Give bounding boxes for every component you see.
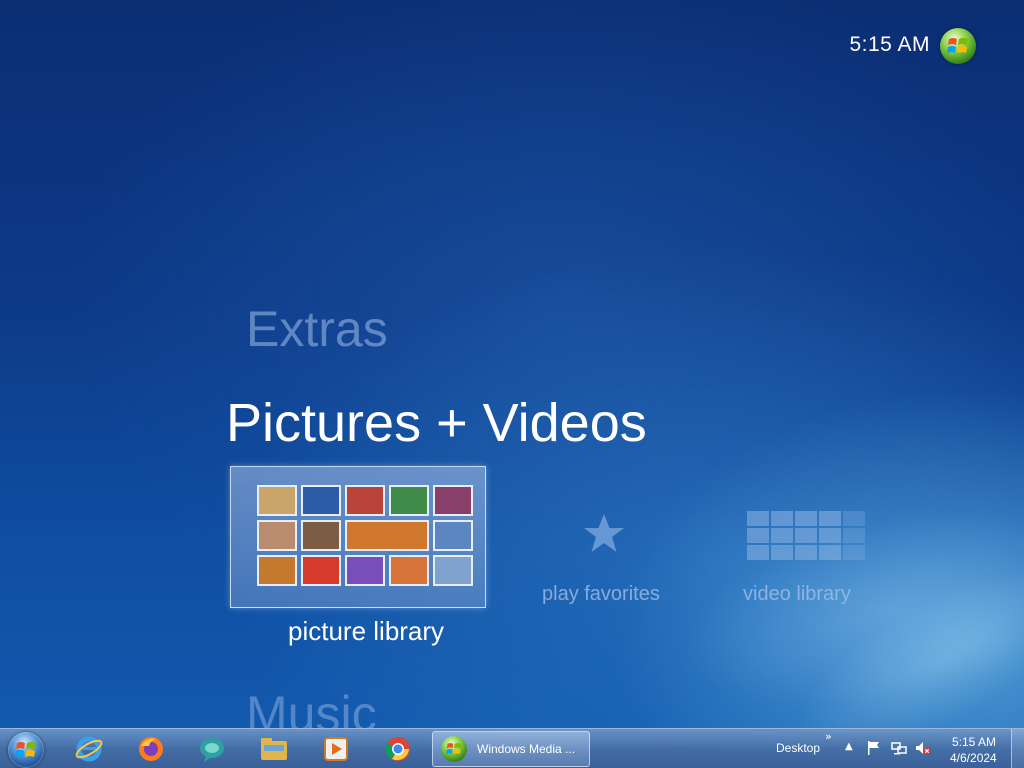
menu-item-extras[interactable]: Extras bbox=[246, 300, 388, 358]
folder-icon[interactable] bbox=[259, 734, 289, 764]
picture-collage-icon bbox=[257, 485, 473, 586]
play-favorites-label[interactable]: play favorites bbox=[542, 583, 660, 606]
menu-item-pictures-videos[interactable]: Pictures + Videos bbox=[226, 392, 647, 454]
grid-icon[interactable] bbox=[747, 511, 865, 560]
firefox-icon[interactable] bbox=[136, 734, 166, 764]
star-icon[interactable] bbox=[580, 510, 628, 558]
network-icon[interactable] bbox=[891, 740, 907, 756]
chrome-icon[interactable] bbox=[383, 734, 413, 764]
taskbar-clock-date[interactable]: 4/6/2024 bbox=[950, 751, 997, 765]
taskbar-clock-time[interactable]: 5:15 AM bbox=[952, 735, 996, 749]
thumbnail bbox=[301, 555, 341, 586]
volume-muted-icon[interactable] bbox=[915, 740, 931, 756]
ie-icon[interactable] bbox=[74, 734, 104, 764]
thumbnail bbox=[301, 485, 341, 516]
media-center-clock: 5:15 AM bbox=[849, 33, 930, 56]
thumbnail bbox=[389, 555, 429, 586]
thumbnail bbox=[433, 485, 473, 516]
thumbnail bbox=[257, 485, 297, 516]
task-label: Windows Media ... bbox=[477, 742, 576, 756]
media-center-logo-icon[interactable] bbox=[940, 28, 976, 64]
taskbar-button-media-center[interactable]: Windows Media ... bbox=[432, 731, 590, 767]
desktop-toolbar[interactable]: Desktop bbox=[776, 741, 820, 755]
show-desktop-button[interactable] bbox=[1011, 729, 1024, 768]
thumbnail bbox=[257, 520, 297, 551]
thumbnail bbox=[345, 555, 385, 586]
chat-bubble-icon[interactable] bbox=[198, 734, 228, 764]
video-library-label[interactable]: video library bbox=[743, 583, 851, 606]
media-player-icon[interactable] bbox=[321, 734, 351, 764]
tray-expand-icon[interactable]: ▲ bbox=[845, 741, 853, 752]
thumbnail bbox=[301, 520, 341, 551]
picture-library-tile[interactable] bbox=[230, 466, 486, 608]
thumbnail bbox=[433, 520, 473, 551]
windows-start-icon[interactable] bbox=[8, 732, 44, 768]
flag-icon[interactable] bbox=[866, 740, 882, 756]
thumbnail bbox=[433, 555, 473, 586]
taskbar: Windows Media ... Desktop » ▲ 5:15 AM 4/… bbox=[0, 728, 1024, 768]
thumbnail bbox=[345, 485, 385, 516]
toolbar-chevron-icon[interactable]: » bbox=[825, 730, 832, 743]
picture-library-label: picture library bbox=[288, 616, 445, 646]
thumbnail bbox=[389, 485, 429, 516]
thumbnail bbox=[257, 555, 297, 586]
thumbnail bbox=[345, 520, 429, 551]
media-center-icon bbox=[441, 736, 467, 762]
